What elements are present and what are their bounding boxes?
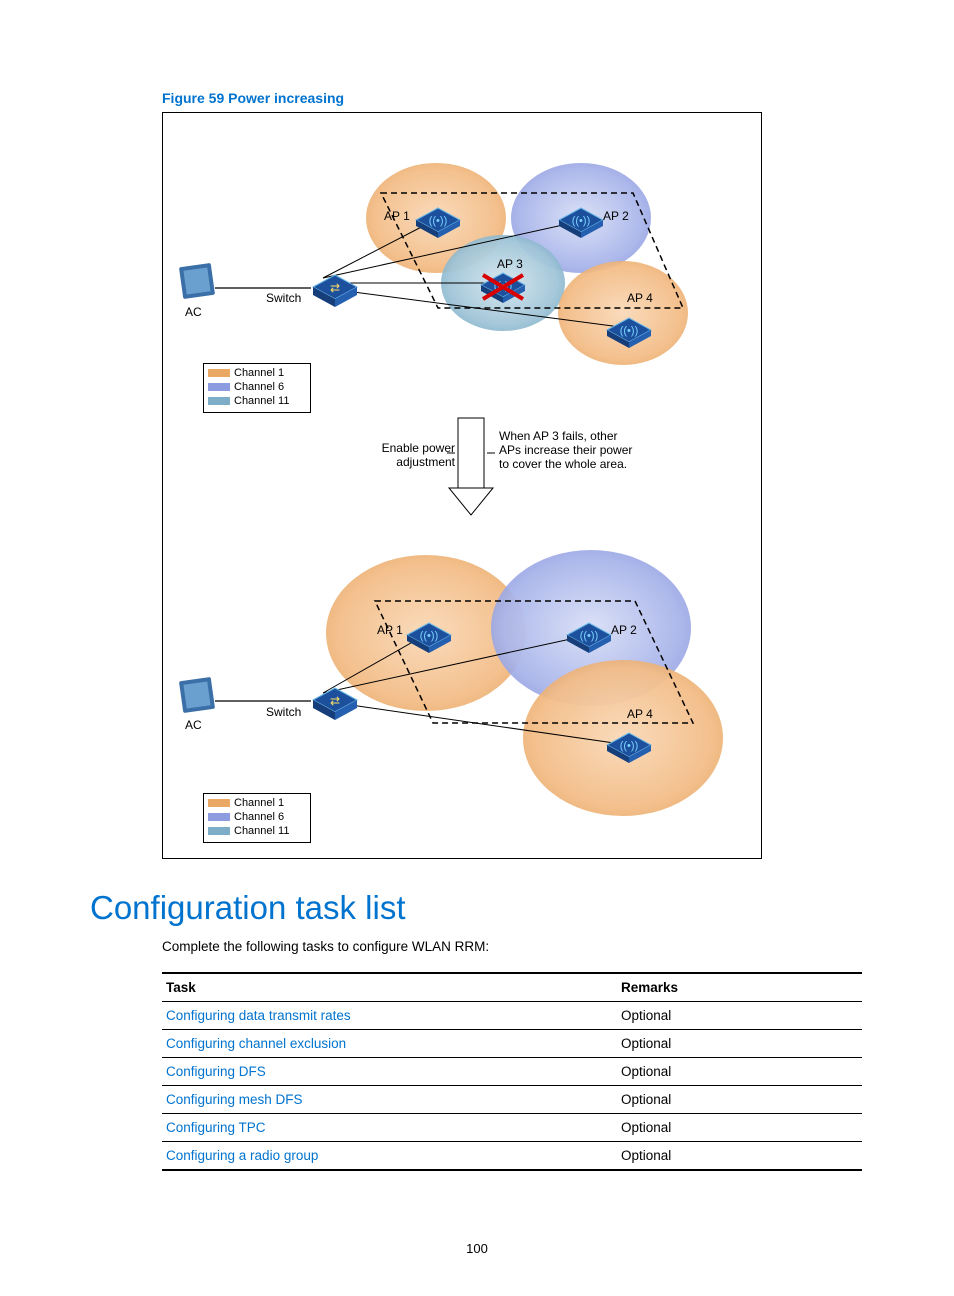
svg-text:((•)): ((•))	[620, 740, 639, 752]
label-ac-bottom: AC	[185, 718, 202, 732]
table-row: Configuring mesh DFSOptional	[162, 1086, 862, 1114]
table-row: Configuring channel exclusionOptional	[162, 1030, 862, 1058]
legend-top: Channel 1 Channel 6 Channel 11	[203, 363, 311, 413]
label-ap4-bottom: AP 4	[627, 707, 653, 721]
table-row: Configuring TPCOptional	[162, 1114, 862, 1142]
callout-enable-power: Enable power adjustment	[371, 441, 455, 469]
task-remarks: Optional	[617, 1030, 862, 1058]
label-ap4-top: AP 4	[627, 291, 653, 305]
table-row: Configuring a radio groupOptional	[162, 1142, 862, 1171]
task-link[interactable]: Configuring TPC	[162, 1114, 617, 1142]
svg-text:((•)): ((•))	[572, 215, 591, 227]
task-link[interactable]: Configuring mesh DFS	[162, 1086, 617, 1114]
task-link[interactable]: Configuring DFS	[162, 1058, 617, 1086]
label-ap2-top: AP 2	[603, 209, 629, 223]
label-ap1-bottom: AP 1	[377, 623, 403, 637]
svg-text:((•)): ((•))	[420, 630, 439, 642]
label-switch-bottom: Switch	[266, 705, 301, 719]
svg-text:⇄: ⇄	[330, 281, 340, 295]
col-remarks: Remarks	[617, 973, 862, 1002]
table-row: Configuring DFSOptional	[162, 1058, 862, 1086]
task-link[interactable]: Configuring a radio group	[162, 1142, 617, 1171]
svg-text:((•)): ((•))	[580, 630, 599, 642]
svg-text:((•)): ((•))	[620, 325, 639, 337]
svg-text:((•)): ((•))	[429, 215, 448, 227]
task-remarks: Optional	[617, 1114, 862, 1142]
task-link[interactable]: Configuring channel exclusion	[162, 1030, 617, 1058]
legend-bottom: Channel 1 Channel 6 Channel 11	[203, 793, 311, 843]
col-task: Task	[162, 973, 617, 1002]
label-ap3-top: AP 3	[497, 257, 523, 271]
task-remarks: Optional	[617, 1086, 862, 1114]
svg-text:⇄: ⇄	[330, 694, 340, 708]
task-remarks: Optional	[617, 1058, 862, 1086]
section-heading: Configuration task list	[90, 889, 864, 927]
callout-ap3-fails: When AP 3 fails, other APs increase thei…	[499, 429, 639, 471]
intro-text: Complete the following tasks to configur…	[162, 939, 864, 954]
label-switch-top: Switch	[266, 291, 301, 305]
label-ap1-top: AP 1	[384, 209, 410, 223]
task-table: Task Remarks Configuring data transmit r…	[162, 972, 862, 1171]
page-number: 100	[0, 1241, 954, 1256]
task-remarks: Optional	[617, 1002, 862, 1030]
table-row: Configuring data transmit ratesOptional	[162, 1002, 862, 1030]
figure-caption: Figure 59 Power increasing	[162, 90, 864, 106]
task-remarks: Optional	[617, 1142, 862, 1171]
task-link[interactable]: Configuring data transmit rates	[162, 1002, 617, 1030]
label-ac-top: AC	[185, 305, 202, 319]
figure-image: ⇄ ((•)) ((•)) ((•))	[162, 112, 762, 859]
label-ap2-bottom: AP 2	[611, 623, 637, 637]
